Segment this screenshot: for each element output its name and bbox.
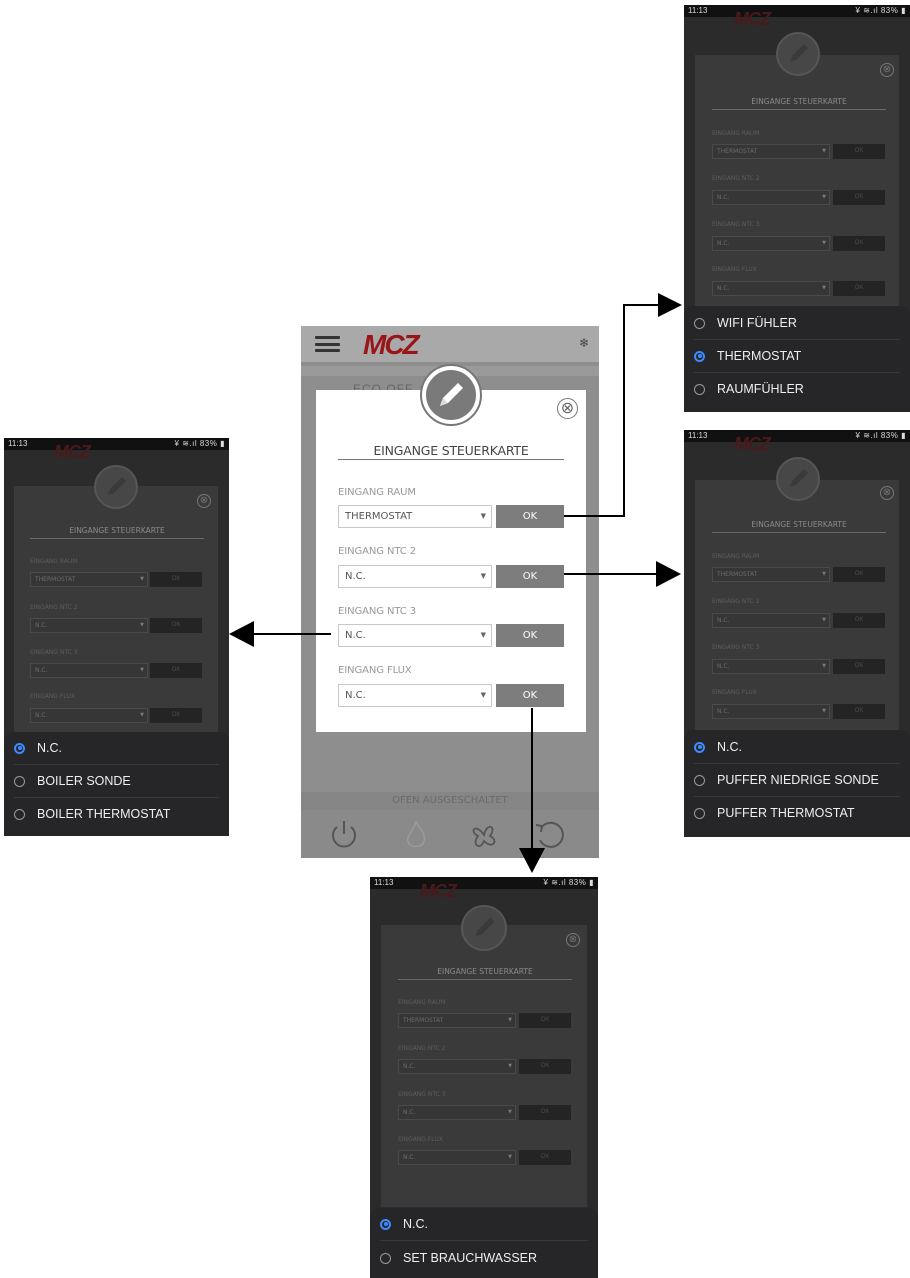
- arrow-ntc2-to-options: [564, 561, 681, 587]
- arrow-ntc3-to-options: [229, 621, 331, 647]
- arrow-raum-to-options: [564, 293, 682, 517]
- arrow-flux-to-options: [519, 708, 545, 873]
- connector-arrows: [229, 293, 682, 873]
